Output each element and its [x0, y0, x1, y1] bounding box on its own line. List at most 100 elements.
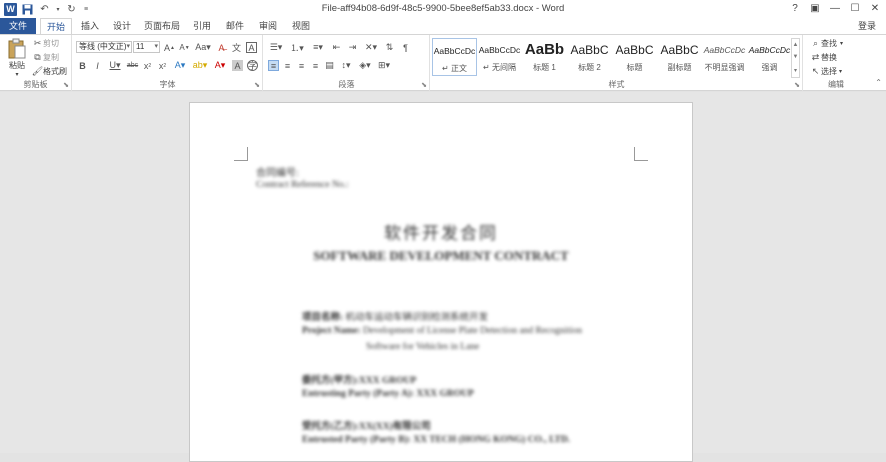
copy-icon: ⧉	[34, 52, 41, 62]
show-marks-icon[interactable]: ¶	[400, 42, 411, 53]
style-no-spacing[interactable]: AaBbCcDc ↵ 无间隔	[477, 38, 522, 76]
paste-dropdown-icon[interactable]: ▾	[15, 71, 18, 78]
margin-corner-top-left	[234, 147, 248, 161]
style-subtitle[interactable]: AaBbC 副标题	[657, 38, 702, 76]
grow-font-icon[interactable]: A ▲	[164, 42, 175, 53]
style-name: 标题 1	[533, 63, 556, 72]
bullets-icon[interactable]: ☰▾	[268, 42, 284, 53]
character-border-icon[interactable]: A	[246, 42, 257, 53]
tab-home[interactable]: 开始	[40, 18, 72, 35]
paste-button[interactable]: 粘贴 ▾	[5, 38, 29, 78]
strikethrough-icon[interactable]: abc	[127, 60, 138, 71]
more-styles-icon[interactable]: ▾	[794, 67, 797, 74]
phonetic-guide-icon[interactable]: 文	[231, 42, 242, 53]
replace-button[interactable]: ⇄ 替换	[810, 52, 837, 63]
help-icon[interactable]: ?	[788, 1, 802, 15]
enclose-characters-icon[interactable]: 字	[247, 60, 258, 71]
subscript-icon[interactable]: x2	[142, 60, 153, 71]
select-button[interactable]: ↖ 选择 ▾	[810, 66, 842, 77]
font-size-value: 11	[136, 42, 145, 51]
style-subtle-emphasis[interactable]: AaBbCcDc 不明显强调	[702, 38, 747, 76]
style-heading-1[interactable]: AaBb 标题 1	[522, 38, 567, 76]
document-area: 合同编号: Contract Reference No.: 软件开发合同 SOF…	[0, 92, 886, 462]
paintbrush-icon: 🖌	[31, 66, 44, 76]
replace-icon: ⇄	[811, 52, 820, 62]
tab-layout[interactable]: 页面布局	[142, 18, 182, 34]
multilevel-list-icon[interactable]: ≡▾	[310, 42, 326, 53]
change-case-icon[interactable]: Aa▾	[194, 42, 212, 53]
title-bar: W ↶ ▾ ↻ ≡ File-aff94b08-6d9f-48c5-9900-5…	[0, 0, 886, 18]
title-english: SOFTWARE DEVELOPMENT CONTRACT	[313, 248, 569, 263]
close-icon[interactable]: ✕	[868, 1, 882, 15]
maximize-icon[interactable]: ☐	[848, 1, 862, 15]
ribbon-display-options-icon[interactable]: ▣	[808, 1, 822, 15]
cut-button[interactable]: ✂ 剪切	[32, 38, 59, 49]
borders-icon[interactable]: ⊞▾	[376, 60, 392, 71]
ribbon: 粘贴 ▾ ✂ 剪切 ⧉ 复制 🖌 格式刷 剪贴板 ⬊ 等线 (中文正) ▾ 11 ▾…	[0, 34, 886, 91]
bold-icon[interactable]: B	[77, 60, 88, 71]
clipboard-launcher-icon[interactable]: ⬊	[63, 81, 69, 89]
tab-design[interactable]: 设计	[108, 18, 136, 34]
style-preview: AaBbCcDc	[478, 45, 521, 55]
copy-label: 复制	[43, 53, 59, 62]
font-launcher-icon[interactable]: ⬊	[254, 81, 260, 89]
align-right-icon[interactable]: ≡	[296, 60, 307, 71]
project-name-en-label: Project Name:	[302, 326, 361, 336]
collapse-ribbon-icon[interactable]: ⌃	[875, 78, 882, 87]
format-painter-label: 格式刷	[43, 67, 67, 76]
chevron-down-icon: ▾	[839, 69, 843, 75]
tab-references[interactable]: 引用	[188, 18, 216, 34]
tab-mailings[interactable]: 邮件	[221, 18, 249, 34]
chevron-down-icon: ▾	[126, 43, 130, 50]
distributed-icon[interactable]: ▤	[324, 60, 335, 71]
chevron-down-icon: ▾	[154, 43, 158, 50]
align-center-icon[interactable]: ≡	[282, 60, 293, 71]
decrease-indent-icon[interactable]: ⇤	[331, 42, 342, 53]
tab-view[interactable]: 视图	[287, 18, 315, 34]
minimize-icon[interactable]: —	[828, 1, 842, 15]
project-name-en-line2: Software for Vehicles in Lane	[366, 342, 480, 352]
project-name-cn-label: 项目名称:	[302, 313, 344, 323]
highlight-color-icon[interactable]: ab▾	[192, 60, 208, 71]
italic-icon[interactable]: I	[92, 60, 103, 71]
superscript-icon[interactable]: x2	[157, 60, 168, 71]
copy-button[interactable]: ⧉ 复制	[32, 52, 59, 63]
numbering-icon[interactable]: ⒈▾	[289, 42, 305, 53]
shading-icon[interactable]: ◈▾	[357, 60, 373, 71]
font-size-combo[interactable]: 11 ▾	[133, 41, 160, 53]
styles-gallery-scroll[interactable]: ▲ ▼ ▾	[791, 38, 800, 78]
style-normal[interactable]: AaBbCcDc ↵ 正文	[432, 38, 477, 76]
tab-insert[interactable]: 插入	[76, 18, 104, 34]
chinese-layout-icon[interactable]: ✕▾	[363, 42, 379, 53]
tab-file[interactable]: 文件	[0, 18, 36, 34]
style-name: ↵ 无间隔	[483, 63, 516, 72]
paragraph-launcher-icon[interactable]: ⬊	[421, 81, 427, 89]
clear-formatting-icon[interactable]: A̶	[216, 42, 227, 53]
font-color-icon[interactable]: A▾	[212, 60, 228, 71]
login-link[interactable]: 登录	[858, 18, 876, 34]
document-page[interactable]: 合同编号: Contract Reference No.: 软件开发合同 SOF…	[189, 102, 693, 462]
scroll-up-icon[interactable]: ▲	[793, 42, 799, 48]
title-chinese: 软件开发合同	[384, 224, 498, 243]
character-shading-icon[interactable]: A	[232, 60, 243, 71]
style-emphasis[interactable]: AaBbCcDc 强调	[747, 38, 792, 76]
style-heading-2[interactable]: AaBbC 标题 2	[567, 38, 612, 76]
find-button[interactable]: ⌕ 查找 ▾	[810, 38, 843, 49]
shrink-font-icon[interactable]: A ▼	[179, 42, 190, 53]
font-name-combo[interactable]: 等线 (中文正) ▾	[76, 41, 132, 53]
underline-icon[interactable]: U▾	[107, 60, 123, 71]
align-left-icon[interactable]: ≡	[268, 60, 279, 71]
increase-indent-icon[interactable]: ⇥	[347, 42, 358, 53]
styles-group-label: 样式	[608, 80, 625, 89]
style-title[interactable]: AaBbC 标题	[612, 38, 657, 76]
styles-launcher-icon[interactable]: ⬊	[794, 81, 800, 89]
party-a-en: Entrusting Party (Party A): XXX GROUP	[302, 389, 474, 399]
format-painter-button[interactable]: 🖌 格式刷	[32, 66, 67, 77]
line-spacing-icon[interactable]: ↕▾	[338, 60, 354, 71]
scroll-down-icon[interactable]: ▼	[793, 54, 799, 60]
sort-icon[interactable]: ⇅	[384, 42, 395, 53]
select-label: 选择	[821, 67, 837, 76]
text-effects-icon[interactable]: A▾	[172, 60, 188, 71]
tab-review[interactable]: 审阅	[254, 18, 282, 34]
justify-icon[interactable]: ≡	[310, 60, 321, 71]
